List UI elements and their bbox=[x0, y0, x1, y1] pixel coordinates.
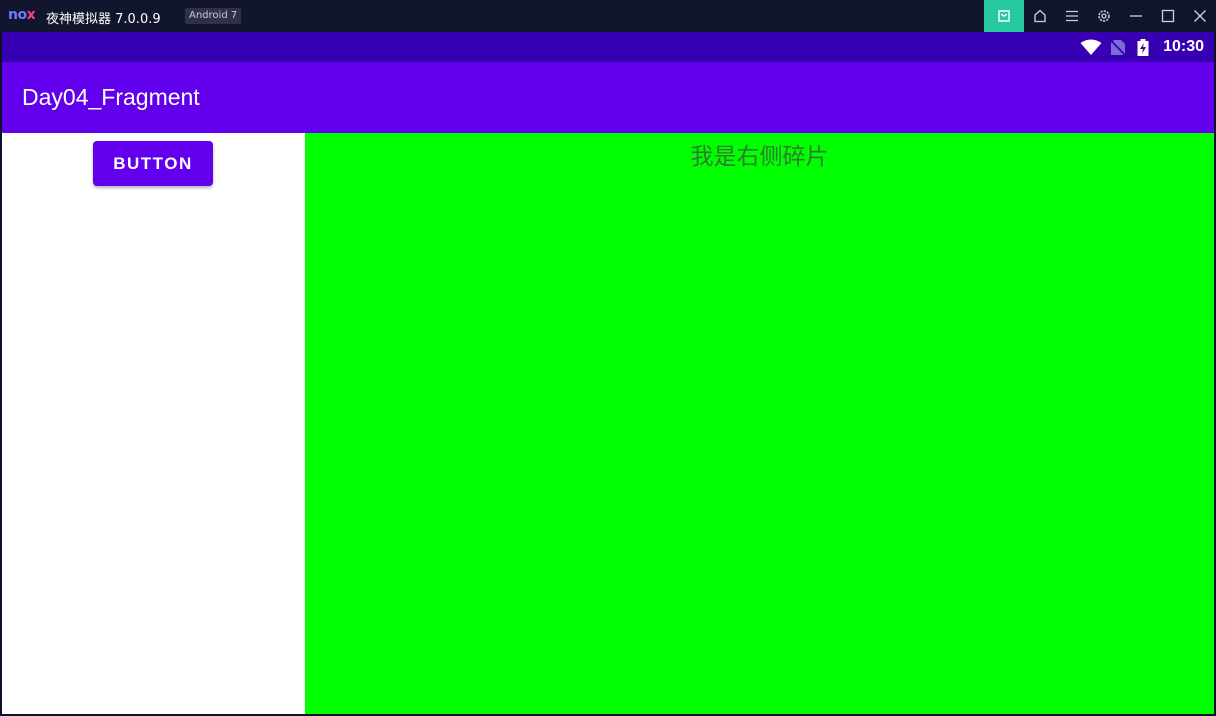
status-bar: 10:30 bbox=[2, 32, 1214, 62]
app-bar: Day04_Fragment bbox=[2, 62, 1214, 133]
settings-button[interactable] bbox=[1088, 0, 1120, 32]
battery-charging-icon bbox=[1137, 39, 1149, 56]
menu-icon bbox=[1066, 10, 1078, 22]
wifi-icon bbox=[1080, 39, 1102, 55]
home-icon bbox=[1034, 9, 1046, 23]
maximize-icon bbox=[1161, 9, 1175, 23]
menu-button[interactable] bbox=[1056, 0, 1088, 32]
no-sim-icon bbox=[1110, 39, 1126, 56]
maximize-button[interactable] bbox=[1152, 0, 1184, 32]
android-version-badge: Android 7 bbox=[185, 8, 242, 24]
home-button[interactable] bbox=[1024, 0, 1056, 32]
right-fragment-text: 我是右侧碎片 bbox=[690, 144, 829, 170]
close-icon bbox=[1194, 10, 1206, 22]
close-button[interactable] bbox=[1184, 0, 1216, 32]
settings-icon bbox=[1098, 10, 1110, 22]
store-button[interactable] bbox=[984, 0, 1024, 32]
primary-button[interactable]: BUTTON bbox=[93, 141, 213, 186]
minimize-button[interactable] bbox=[1120, 0, 1152, 32]
app-title: Day04_Fragment bbox=[22, 84, 200, 110]
right-fragment: 我是右侧碎片 bbox=[305, 133, 1214, 714]
store-icon bbox=[998, 10, 1010, 22]
left-fragment: BUTTON bbox=[2, 133, 305, 714]
android-screen: 10:30 Day04_Fragment BUTTON 我是右侧碎片 bbox=[2, 32, 1214, 714]
nox-logo: nox bbox=[8, 7, 36, 23]
status-time: 10:30 bbox=[1163, 38, 1204, 55]
minimize-icon bbox=[1130, 15, 1142, 17]
emulator-title-bar: nox 夜神模拟器 7.0.0.9 Android 7 bbox=[0, 0, 1216, 32]
window-title: 夜神模拟器 7.0.0.9 bbox=[46, 12, 161, 27]
